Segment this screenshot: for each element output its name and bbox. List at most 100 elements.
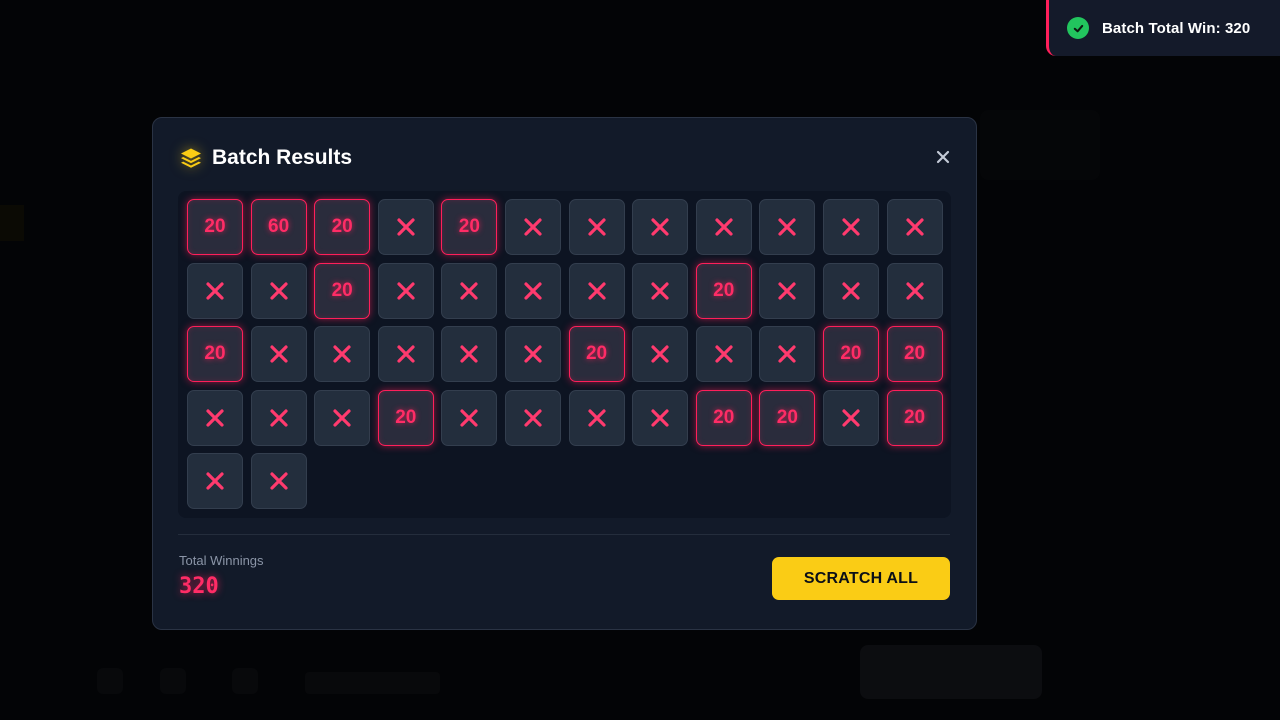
x-mark-icon: [524, 409, 542, 427]
result-cell-lose: [377, 326, 434, 383]
result-cell-win: 20: [441, 199, 498, 255]
result-cell-value: 20: [776, 406, 798, 428]
result-cell-lose: [759, 326, 816, 383]
x-mark-icon: [778, 345, 796, 363]
result-cell-lose: [314, 326, 371, 383]
result-cell-lose: [377, 199, 434, 255]
x-mark-icon: [587, 218, 606, 236]
x-mark-icon: [715, 345, 733, 363]
result-cell-value: 20: [458, 216, 480, 237]
result-cell-value: 20: [395, 406, 417, 428]
result-cell-win: 20: [568, 326, 625, 383]
x-mark-icon: [842, 409, 860, 427]
result-cell-value: 20: [840, 343, 862, 365]
background-bar: [305, 672, 440, 694]
x-mark-icon: [397, 281, 415, 300]
result-cell-lose: [886, 262, 943, 319]
result-cell-lose: [568, 389, 625, 446]
toast-text: Batch Total Win: 320: [1102, 19, 1251, 37]
result-cell-lose: [632, 389, 689, 446]
result-cell-lose: [187, 262, 243, 319]
result-cell-win: 20: [377, 389, 434, 446]
result-cell-lose: [632, 262, 689, 319]
result-cell-lose: [759, 262, 816, 319]
x-mark-icon: [905, 218, 924, 236]
x-mark-icon: [206, 281, 224, 300]
result-cell-win: 20: [187, 199, 243, 255]
result-cell-value: 20: [713, 279, 735, 301]
result-cell-lose: [632, 326, 689, 383]
background-element: [0, 205, 24, 241]
results-grid-panel: 20 60 20 20 20 20 20 20 20 20 20 20 20 20: [178, 191, 951, 518]
result-cell-lose: [314, 389, 371, 446]
background-panel: [980, 110, 1100, 180]
result-cell-lose: [822, 199, 879, 255]
batch-results-modal: Batch Results 20 60 20 20 20 20 20 20 20 20 20 20 20…: [152, 117, 977, 630]
x-mark-icon: [206, 472, 224, 490]
x-mark-icon: [587, 281, 606, 300]
x-mark-icon: [460, 345, 478, 363]
x-mark-icon: [269, 472, 288, 490]
x-mark-icon: [333, 409, 351, 427]
check-circle-icon: [1067, 17, 1089, 39]
result-cell-lose: [250, 326, 307, 383]
x-mark-icon: [269, 409, 288, 427]
result-cell-win: 20: [759, 389, 816, 446]
result-cell-win: 20: [822, 326, 879, 383]
x-mark-icon: [397, 345, 415, 363]
result-cell-lose: [250, 389, 307, 446]
modal-header: Batch Results: [179, 146, 352, 170]
x-mark-icon: [460, 281, 478, 300]
x-mark-icon: [587, 409, 606, 427]
result-cell-lose: [886, 199, 943, 255]
background-chip: [160, 668, 186, 694]
layers-icon: [179, 146, 203, 170]
scratch-all-button[interactable]: SCRATCH ALL: [772, 557, 950, 600]
x-mark-icon: [524, 281, 542, 300]
close-icon: [936, 150, 950, 164]
result-cell-win: 60: [250, 199, 307, 255]
result-cell-value: 20: [204, 216, 226, 237]
background-button: [860, 645, 1042, 699]
result-cell-value: 20: [331, 216, 353, 237]
result-cell-lose: [441, 389, 498, 446]
result-cell-lose: [822, 389, 879, 446]
result-cell-win: 20: [886, 326, 943, 383]
result-cell-value: 20: [585, 343, 608, 365]
divider: [178, 534, 950, 535]
result-cell-lose: [504, 199, 561, 255]
result-cell-lose: [187, 453, 243, 510]
result-cell-win: 20: [886, 389, 943, 446]
x-mark-icon: [269, 345, 288, 363]
result-cell-win: 20: [187, 326, 243, 383]
result-cell-lose: [187, 389, 243, 446]
close-button[interactable]: [934, 148, 952, 166]
x-mark-icon: [842, 281, 860, 300]
x-mark-icon: [269, 281, 288, 300]
modal-title: Batch Results: [212, 146, 353, 169]
x-mark-icon: [842, 218, 860, 236]
result-cell-lose: [504, 326, 561, 383]
result-cell-lose: [822, 262, 879, 319]
results-grid: 20 60 20 20 20 20 20 20 20 20 20 20 20 20: [187, 199, 943, 510]
x-mark-icon: [206, 409, 224, 427]
result-cell-lose: [568, 262, 625, 319]
result-cell-win: 20: [695, 389, 752, 446]
result-cell-lose: [250, 453, 307, 510]
result-cell-lose: [568, 199, 625, 255]
result-cell-lose: [632, 199, 689, 255]
total-winnings-value: 320: [179, 574, 219, 599]
result-cell-lose: [695, 199, 752, 255]
result-cell-win: 20: [314, 199, 371, 255]
result-cell-win: 20: [314, 262, 371, 319]
win-toast: Batch Total Win: 320: [1046, 0, 1280, 56]
x-mark-icon: [524, 345, 542, 363]
result-cell-win: 20: [695, 262, 752, 319]
result-cell-value: 20: [204, 343, 226, 365]
x-mark-icon: [397, 218, 415, 236]
x-mark-icon: [651, 409, 669, 427]
x-mark-icon: [333, 345, 351, 363]
x-mark-icon: [778, 281, 796, 300]
result-cell-value: 60: [268, 216, 290, 237]
x-mark-icon: [460, 409, 478, 427]
